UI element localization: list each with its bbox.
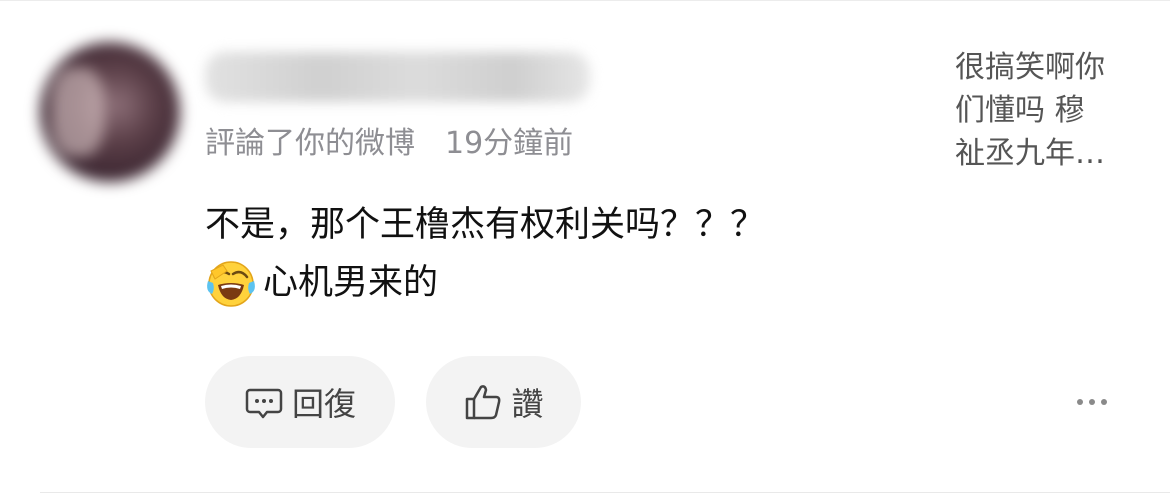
like-button[interactable]: 讚 bbox=[426, 356, 581, 448]
original-post-preview[interactable]: 很搞笑啊你 们懂吗 穆 祉丞九年… bbox=[955, 46, 1140, 175]
comment-line-with-emoji: 心机男来的 bbox=[205, 254, 765, 312]
more-button[interactable] bbox=[1066, 382, 1118, 422]
avatar[interactable] bbox=[40, 42, 180, 182]
more-dots-icon bbox=[1101, 399, 1107, 405]
comment-line: 心机男来的 bbox=[263, 263, 439, 303]
thumbs-up-icon bbox=[466, 385, 501, 420]
laughing-crying-face-icon bbox=[207, 261, 255, 307]
reply-label: 回復 bbox=[291, 385, 356, 423]
comment-body: 不是，那个王橹杰有权利关吗？？？ 心机男来的 bbox=[205, 196, 765, 312]
bottom-divider bbox=[40, 492, 1170, 493]
username-blurred[interactable] bbox=[205, 52, 590, 102]
comment-line: 不是，那个王橹杰有权利关吗？？？ bbox=[205, 205, 766, 245]
like-label: 讚 bbox=[511, 385, 544, 423]
more-dots-icon bbox=[1077, 399, 1083, 405]
notification-meta: 評論了你的微博 19分鐘前 bbox=[205, 124, 573, 164]
more-dots-icon bbox=[1089, 399, 1095, 405]
comment-bubble-icon bbox=[245, 388, 283, 419]
top-divider bbox=[0, 0, 1170, 1]
preview-line: 很搞笑啊你 bbox=[955, 50, 1105, 85]
reply-button[interactable]: 回復 bbox=[205, 356, 395, 448]
notification-card: 評論了你的微博 19分鐘前 很搞笑啊你 们懂吗 穆 祉丞九年… 不是，那个王橹杰有… bbox=[0, 0, 1170, 495]
preview-line: 们懂吗 穆 bbox=[955, 93, 1085, 128]
timestamp: 19分鐘前 bbox=[445, 126, 574, 161]
preview-line: 祉丞九年… bbox=[955, 136, 1105, 171]
action-text: 評論了你的微博 bbox=[205, 126, 415, 161]
